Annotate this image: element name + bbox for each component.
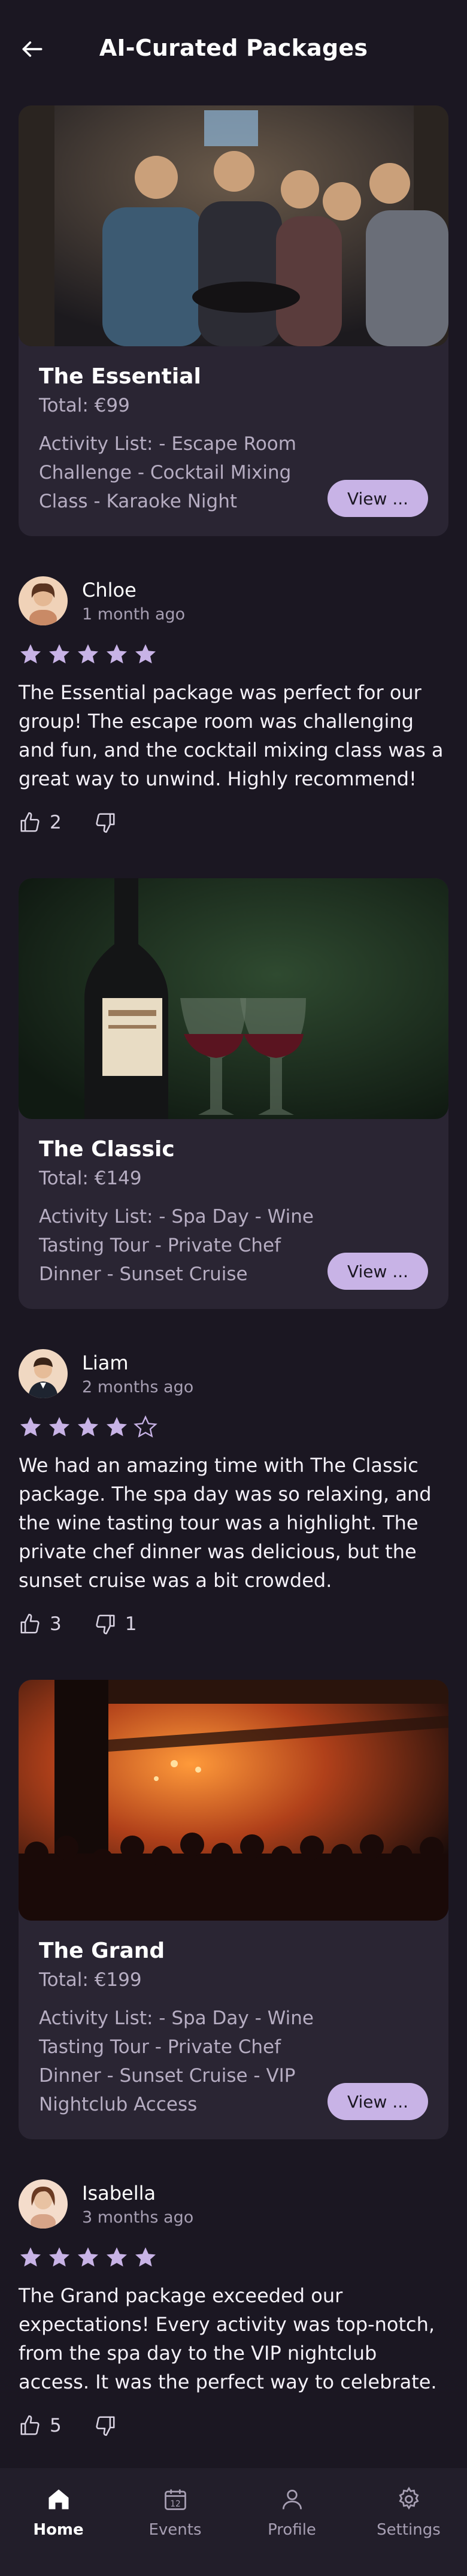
star-rating [19, 1414, 448, 1440]
review-text: The Grand package exceeded our expectati… [19, 2284, 437, 2393]
thumbs-down-icon [96, 813, 115, 833]
star-filled-icon [135, 644, 156, 664]
package-activities: Activity List: - Spa Day - Wine Tasting … [39, 2007, 314, 2115]
nav-settings[interactable]: Settings [364, 2483, 454, 2576]
like-button[interactable]: 5 [19, 2414, 62, 2437]
review-time: 1 month ago [82, 604, 186, 624]
review-item: Chloe 1 month ago The Essential package … [19, 574, 448, 837]
arrow-left-icon [22, 41, 43, 57]
package-card-essential: The Essential Total: €99 Activity List: … [19, 105, 448, 536]
star-filled-icon [107, 1417, 127, 1437]
package-details: The Classic Total: €149 Activity List: -… [19, 1119, 448, 1309]
star-filled-icon [107, 644, 127, 664]
view-package-button[interactable]: View ... [327, 2083, 428, 2120]
app-header: AI-Curated Packages [0, 0, 467, 96]
package-total: Total: €99 [39, 395, 130, 416]
package-activities: Activity List: - Escape Room Challenge -… [39, 433, 296, 512]
nav-label: Events [148, 2521, 202, 2539]
dislike-count: 1 [125, 1613, 137, 1635]
review-time: 2 months ago [82, 1377, 194, 1396]
avatar [19, 2179, 68, 2229]
star-filled-icon [20, 1417, 41, 1437]
thumbs-up-icon [20, 2415, 40, 2435]
package-name: The Classic [39, 1137, 175, 1162]
star-filled-icon [78, 644, 98, 664]
calendar-icon: 12 [164, 2489, 186, 2510]
package-activities: Activity List: - Spa Day - Wine Tasting … [39, 1206, 314, 1285]
thumbs-down-icon [96, 2416, 115, 2436]
like-count: 2 [50, 812, 62, 833]
review-text: We had an amazing time with The Classic … [19, 1454, 432, 1592]
star-empty-icon [134, 1415, 157, 1438]
thumbs-up-icon [20, 812, 40, 832]
review-time: 3 months ago [82, 2208, 194, 2227]
package-total: Total: €199 [39, 1969, 142, 1991]
thumbs-down-icon [96, 1614, 115, 1635]
reviewer-name: Isabella [82, 2181, 156, 2205]
like-count: 5 [50, 2415, 62, 2436]
package-details: The Grand Total: €199 Activity List: - S… [19, 1921, 448, 2139]
like-button[interactable]: 3 [19, 1613, 62, 1635]
star-filled-icon [107, 2247, 127, 2267]
user-icon [282, 2489, 302, 2510]
calendar-day: 12 [170, 2499, 181, 2509]
nav-label: Settings [377, 2521, 441, 2539]
like-button[interactable]: 2 [19, 811, 62, 834]
package-name: The Grand [39, 1939, 165, 1963]
star-filled-icon [135, 2247, 156, 2267]
star-filled-icon [49, 644, 69, 664]
reviewer-name: Chloe [82, 578, 137, 601]
package-image [19, 878, 448, 1119]
star-filled-icon [78, 2247, 98, 2267]
package-card-grand: The Grand Total: €199 Activity List: - S… [19, 1680, 448, 2139]
dislike-button[interactable] [94, 811, 125, 834]
gear-icon [398, 2487, 419, 2510]
review-item: Isabella 3 months ago The Grand package … [19, 2177, 448, 2441]
page-title: AI-Curated Packages [99, 35, 368, 61]
dislike-button[interactable] [94, 2414, 125, 2437]
reviewer-name: Liam [82, 1351, 129, 1374]
package-image [19, 105, 448, 346]
dislike-button[interactable]: 1 [94, 1613, 137, 1635]
view-package-button[interactable]: View ... [327, 1253, 428, 1290]
view-package-button[interactable]: View ... [327, 480, 428, 517]
package-name: The Essential [39, 364, 201, 389]
star-filled-icon [49, 1417, 69, 1437]
nav-events[interactable]: 12 Events [131, 2483, 220, 2576]
like-count: 3 [50, 1613, 62, 1635]
home-icon [48, 2489, 68, 2510]
star-filled-icon [20, 2247, 41, 2267]
review-text: The Essential package was perfect for ou… [19, 681, 444, 790]
star-rating [19, 2244, 448, 2270]
star-rating [19, 641, 448, 667]
review-item: Liam 2 months ago We had an amazing time… [19, 1347, 448, 1639]
nav-label: Profile [268, 2521, 316, 2539]
back-button[interactable] [16, 32, 49, 66]
thumbs-up-icon [20, 1613, 40, 1634]
bottom-navigation: Home 12 Events Profile Settings [0, 2468, 467, 2576]
package-card-classic: The Classic Total: €149 Activity List: -… [19, 878, 448, 1309]
star-filled-icon [78, 1417, 98, 1437]
nav-profile[interactable]: Profile [247, 2483, 337, 2576]
avatar [19, 576, 68, 625]
package-image [19, 1680, 448, 1921]
package-details: The Essential Total: €99 Activity List: … [19, 346, 448, 536]
star-filled-icon [49, 2247, 69, 2267]
star-filled-icon [20, 644, 41, 664]
avatar [19, 1349, 68, 1398]
nav-label: Home [33, 2521, 84, 2539]
package-total: Total: €149 [39, 1168, 142, 1189]
nav-home[interactable]: Home [14, 2483, 104, 2576]
